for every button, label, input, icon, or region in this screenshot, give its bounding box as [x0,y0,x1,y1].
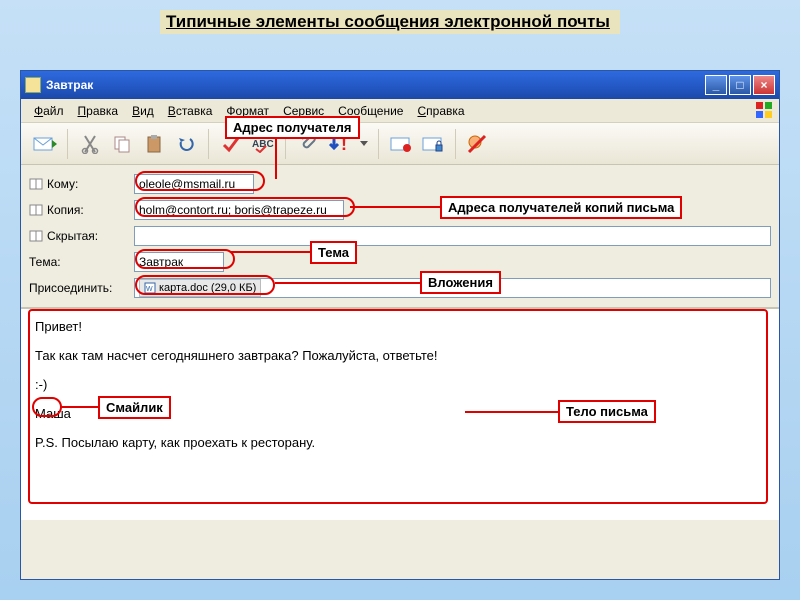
copy-button[interactable] [108,130,136,158]
callout-line [230,251,310,253]
attach-label: Присоединить: [29,281,112,295]
callout-subject: Тема [310,241,357,264]
toolbar: ABC ! [21,123,779,165]
callout-ring [135,171,265,191]
slide-title: Типичные элементы сообщения электронной … [160,10,620,34]
minimize-button[interactable]: _ [705,75,727,95]
book-icon [29,203,43,217]
bcc-field[interactable] [134,226,771,246]
callout-attach: Вложения [420,271,501,294]
offline-button[interactable] [464,130,492,158]
bcc-label: Скрытая: [47,229,98,243]
menu-insert[interactable]: Вставка [168,104,213,118]
book-icon [29,177,43,191]
callout-ring [135,249,235,269]
cc-label: Копия: [47,203,84,217]
undo-button[interactable] [172,130,200,158]
paste-button[interactable] [140,130,168,158]
titlebar: Завтрак _ □ × [21,71,779,99]
maximize-button[interactable]: □ [729,75,751,95]
window-icon [25,77,41,93]
callout-line [350,206,440,208]
subject-label: Тема: [29,255,61,269]
windows-logo-icon [755,101,775,119]
callout-ring [135,197,355,217]
callout-line [275,137,277,179]
sign-button[interactable] [387,130,415,158]
close-button[interactable]: × [753,75,775,95]
callout-smiley: Смайлик [98,396,171,419]
window-title: Завтрак [46,78,93,92]
menubar: Файл Правка Вид Вставка Формат Сервис Со… [21,99,779,123]
menu-view[interactable]: Вид [132,104,154,118]
menu-help[interactable]: Справка [417,104,464,118]
encrypt-button[interactable] [419,130,447,158]
priority-dropdown-icon[interactable] [358,130,370,158]
cut-button[interactable] [76,130,104,158]
callout-body: Тело письма [558,400,656,423]
book-icon [29,229,43,243]
callout-recipient: Адрес получателя [225,116,360,139]
menu-file[interactable]: Файл [34,104,64,118]
callout-line [275,282,420,284]
to-label: Кому: [47,177,78,191]
send-button[interactable] [31,130,59,158]
callout-ring [135,275,275,295]
menu-edit[interactable]: Правка [78,104,119,118]
callout-cc: Адреса получателей копий письма [440,196,682,219]
